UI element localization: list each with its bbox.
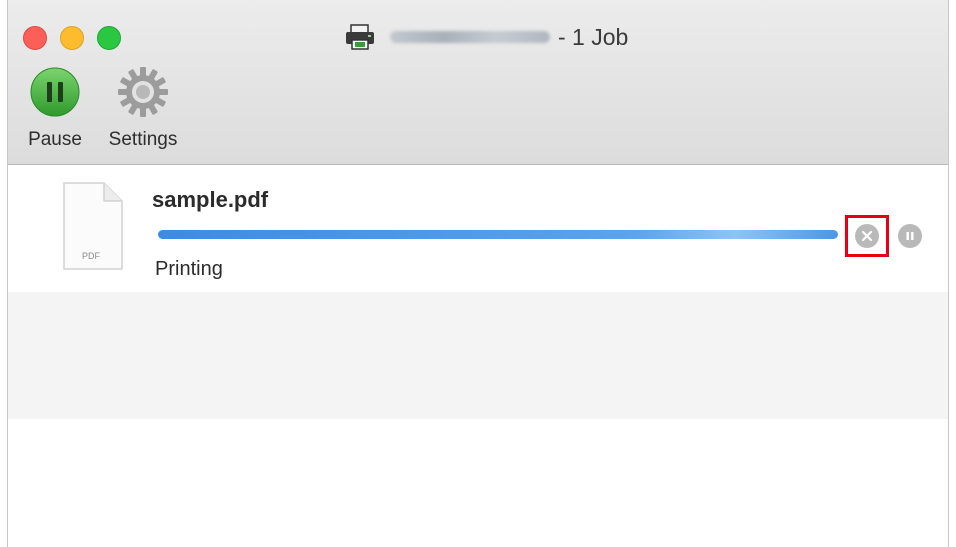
- cancel-icon: [855, 224, 879, 248]
- pause-label: Pause: [28, 129, 82, 150]
- pause-icon: [30, 67, 80, 117]
- empty-row: [8, 292, 948, 419]
- list-item[interactable]: PDF sample.pdf Printing: [8, 165, 948, 292]
- pdf-document-icon: PDF: [63, 182, 123, 270]
- job-status: Printing: [155, 258, 223, 280]
- hold-icon: [906, 232, 914, 240]
- close-window-button[interactable]: [23, 26, 47, 50]
- settings-button[interactable]: Settings: [98, 66, 188, 151]
- print-queue-window: - 1 Job Pause Settings PDF sample.pdf Pr…: [7, 0, 949, 547]
- settings-label: Settings: [108, 129, 178, 150]
- window-title: - 1 Job: [344, 22, 628, 52]
- job-file-name: sample.pdf: [152, 187, 269, 212]
- printer-name-blurred: [390, 31, 550, 43]
- pause-printer-button[interactable]: Pause: [20, 66, 90, 151]
- job-progress-fill: [158, 230, 838, 239]
- job-list: PDF sample.pdf Printing: [8, 165, 948, 547]
- job-progress-bar: [158, 230, 838, 239]
- zoom-window-button[interactable]: [97, 26, 121, 50]
- empty-row: [8, 419, 948, 547]
- gear-icon: [118, 67, 168, 117]
- hold-job-button[interactable]: [898, 224, 922, 248]
- title-job-count: - 1 Job: [558, 23, 629, 50]
- doc-badge: PDF: [82, 251, 101, 261]
- printer-icon: [346, 24, 374, 50]
- title-toolbar: - 1 Job Pause Settings: [8, 0, 948, 165]
- minimize-window-button[interactable]: [60, 26, 84, 50]
- cancel-job-button[interactable]: [845, 215, 889, 257]
